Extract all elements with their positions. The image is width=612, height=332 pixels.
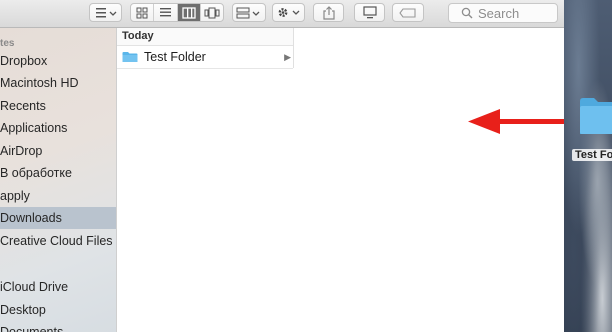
sidebar-item-applications[interactable]: Applications bbox=[0, 117, 116, 139]
share-button[interactable] bbox=[313, 3, 344, 22]
coverflow-icon bbox=[204, 7, 220, 18]
tags-button[interactable] bbox=[392, 3, 424, 22]
sidebar: tes Dropbox Macintosh HD Recents Applica… bbox=[0, 28, 117, 332]
sidebar-item-recents[interactable]: Recents bbox=[0, 95, 116, 117]
sidebar-item-downloads[interactable]: Downloads bbox=[0, 207, 116, 229]
desktop-folder-icon[interactable] bbox=[580, 96, 612, 136]
connect-server-button[interactable] bbox=[354, 3, 385, 22]
sidebar-item-airdrop[interactable]: AirDrop bbox=[0, 140, 116, 162]
view-mode-segmented[interactable] bbox=[130, 3, 224, 22]
search-input[interactable]: Search bbox=[448, 3, 558, 23]
group-by-button[interactable] bbox=[232, 3, 266, 22]
sidebar-item-icloud-drive[interactable]: iCloud Drive bbox=[0, 276, 116, 298]
search-placeholder: Search bbox=[478, 5, 520, 21]
list-icon bbox=[159, 7, 171, 16]
finder-toolbar: Search bbox=[0, 0, 564, 28]
grid-icon bbox=[136, 7, 148, 18]
group-grid-icon bbox=[236, 7, 260, 18]
display-icon bbox=[362, 6, 377, 19]
search-icon bbox=[461, 7, 473, 19]
tag-icon bbox=[399, 7, 416, 18]
sidebar-item-dropbox[interactable]: Dropbox bbox=[0, 50, 116, 72]
list-item[interactable]: Test Folder ▶ bbox=[117, 46, 293, 69]
action-button[interactable] bbox=[272, 3, 305, 22]
desktop-background: Test Fo bbox=[564, 0, 612, 332]
sidebar-item-v-obrabotke[interactable]: В обработке bbox=[0, 162, 116, 184]
share-icon bbox=[322, 5, 335, 20]
column-header-today: Today bbox=[117, 28, 293, 46]
sidebar-item-apply[interactable]: apply bbox=[0, 185, 116, 207]
list-view-button[interactable] bbox=[154, 4, 178, 21]
sidebar-section-favorites: tes bbox=[0, 38, 15, 49]
sidebar-item-creative-cloud-files[interactable]: Creative Cloud Files bbox=[0, 230, 116, 252]
folder-icon bbox=[122, 52, 138, 62]
sidebar-item-desktop[interactable]: Desktop bbox=[0, 299, 116, 321]
gear-icon bbox=[278, 8, 299, 17]
list-lines-icon bbox=[95, 7, 116, 17]
folder-name: Test Folder bbox=[144, 50, 206, 64]
disclosure-chevron-icon: ▶ bbox=[284, 52, 291, 62]
arrange-button[interactable] bbox=[89, 3, 122, 22]
gallery-view-button[interactable] bbox=[201, 4, 223, 21]
sidebar-item-documents[interactable]: Documents bbox=[0, 321, 116, 332]
icon-view-button[interactable] bbox=[131, 4, 155, 21]
sidebar-item-macintosh-hd[interactable]: Macintosh HD bbox=[0, 72, 116, 94]
desktop-folder-label[interactable]: Test Fo bbox=[572, 149, 612, 161]
columns-icon bbox=[181, 6, 196, 19]
column-view-button[interactable] bbox=[177, 4, 201, 21]
column-pane: Today Test Folder ▶ bbox=[117, 28, 294, 69]
